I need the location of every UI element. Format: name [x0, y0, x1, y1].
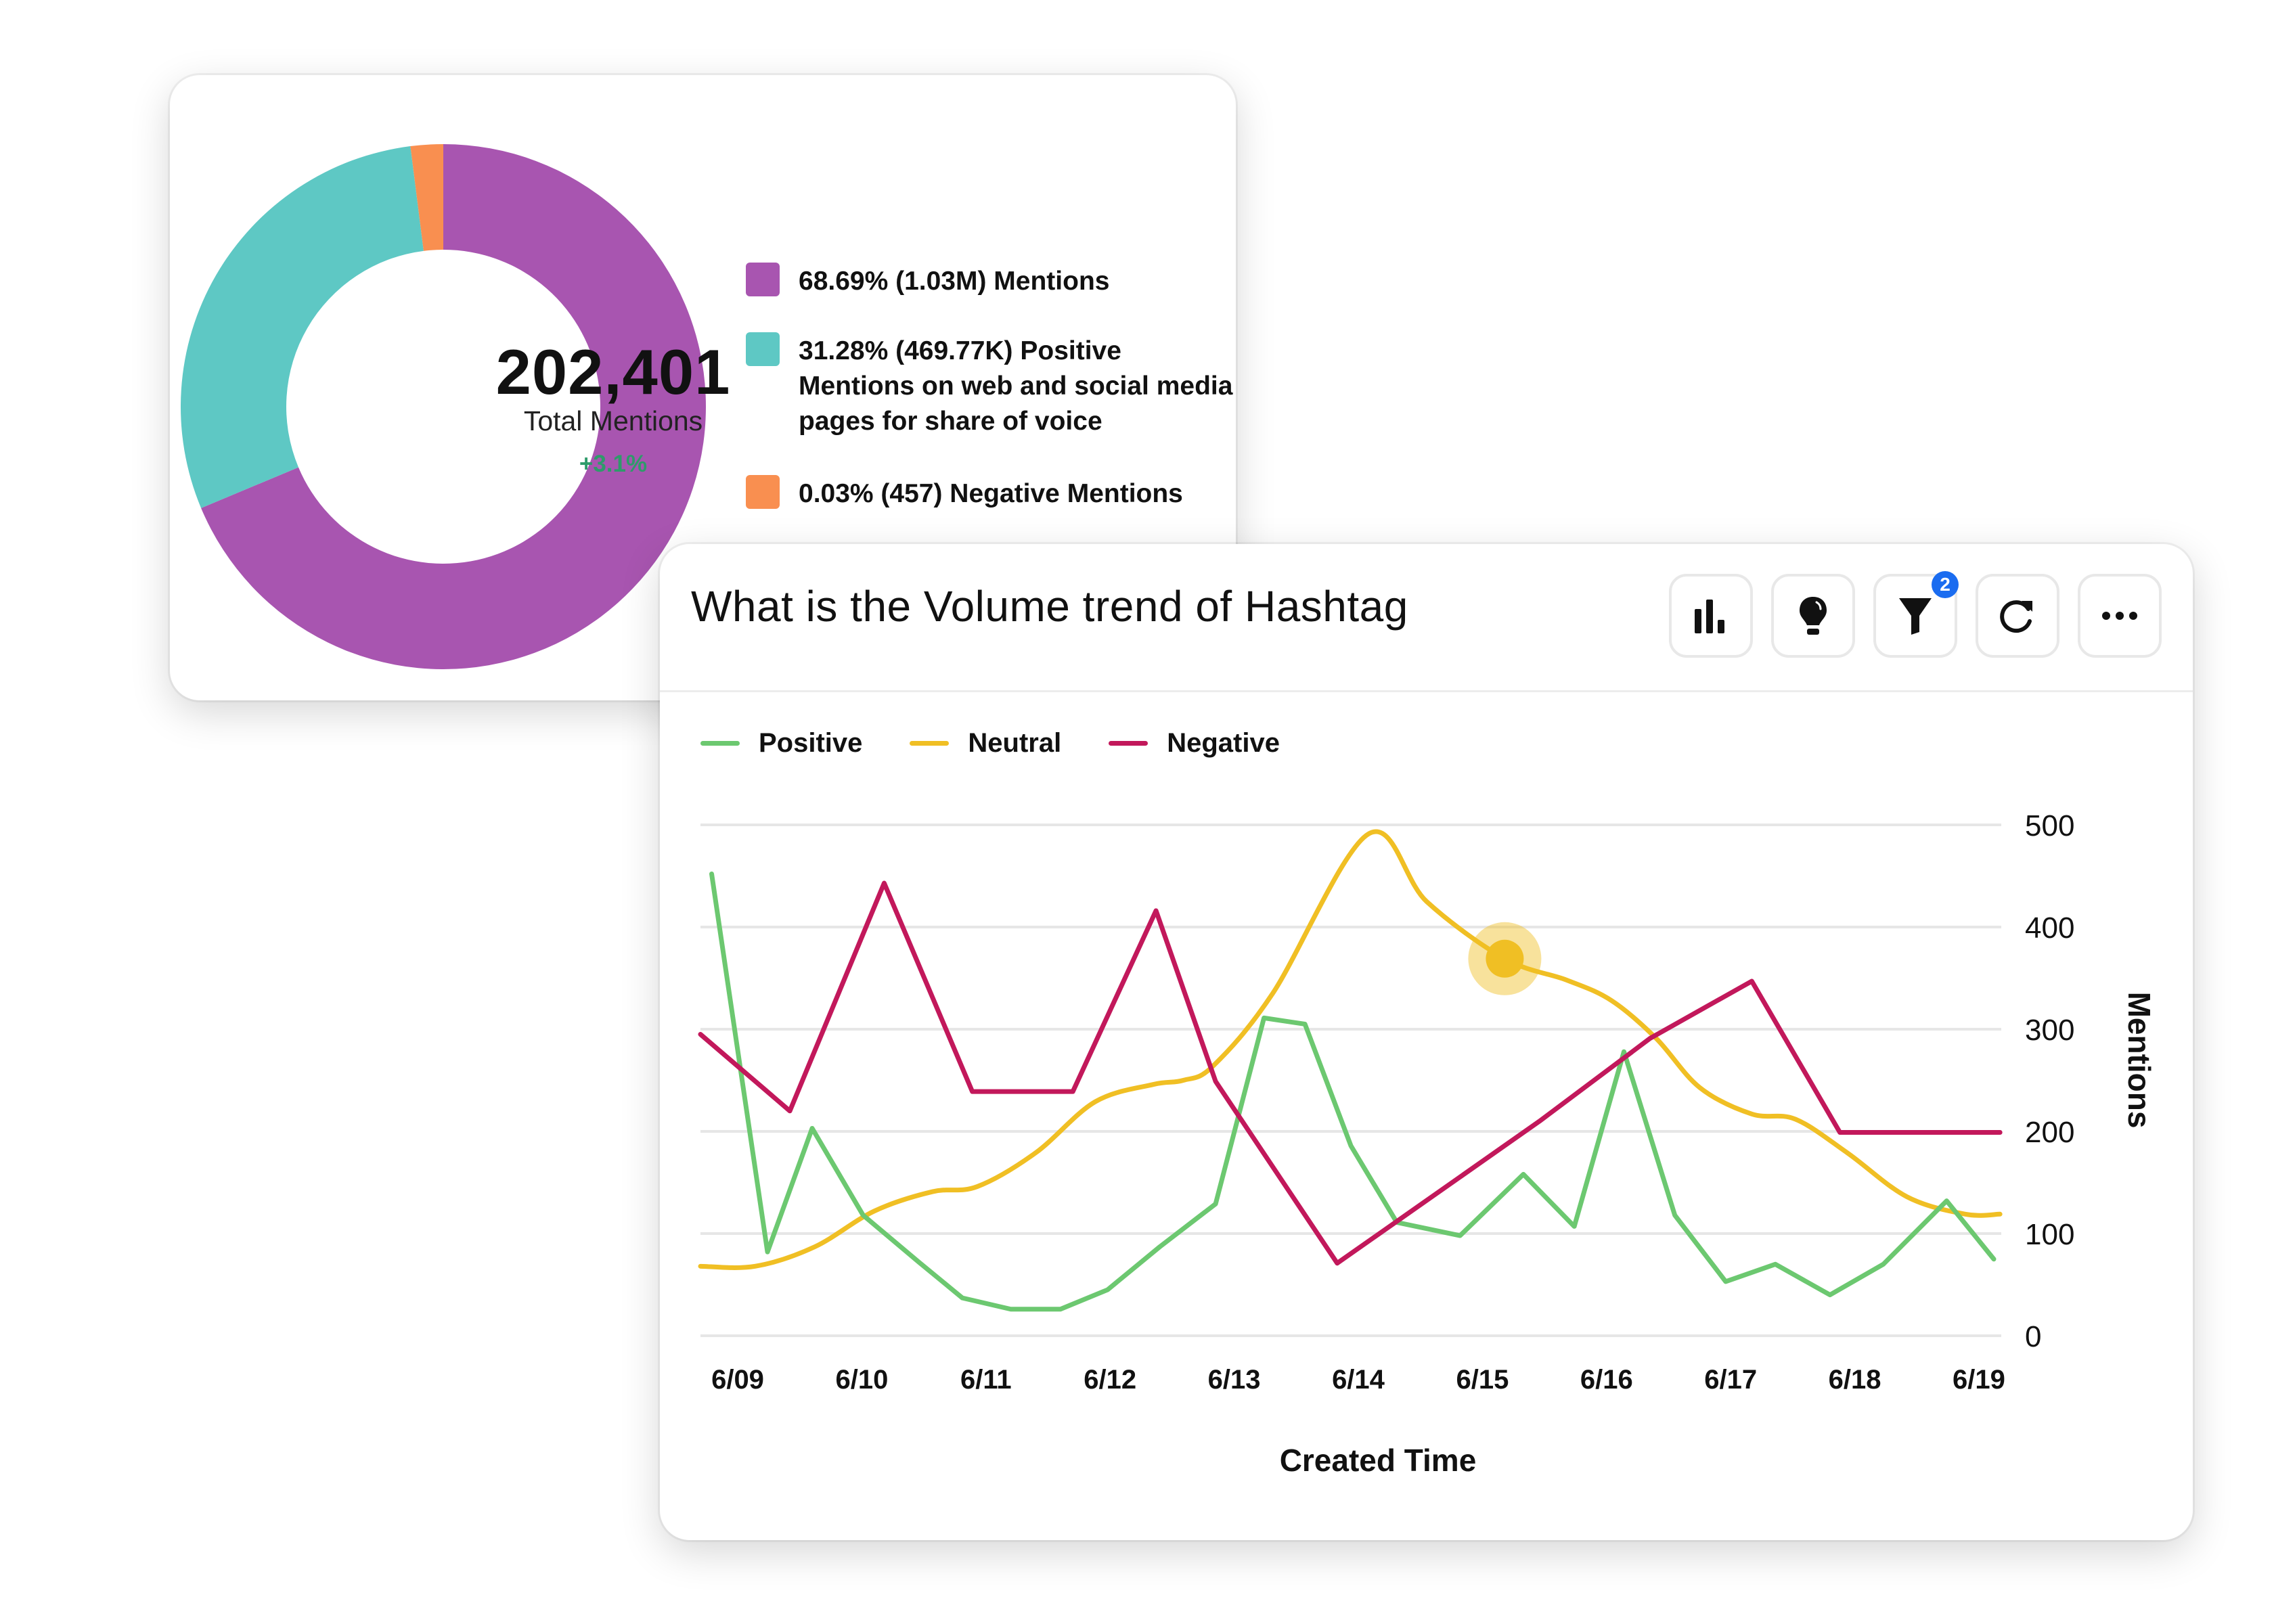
legend-swatch-purple: [746, 263, 780, 296]
more-icon: [2102, 612, 2137, 620]
line-chart: 0 100 200 300 400 500 6/09 6/10 6/11 6/12 6/13 6/14…: [698, 809, 2157, 1478]
more-options-button[interactable]: [2078, 574, 2162, 658]
legend-negative[interactable]: Negative: [1109, 728, 1280, 759]
widget-toolbar: 2: [1669, 571, 2162, 658]
legend-neutral[interactable]: Neutral: [910, 728, 1061, 759]
legend-item-mentions: 68.69% (1.03M) Mentions: [746, 263, 1233, 299]
legend-label-positive: Positive: [759, 728, 863, 758]
x-tick-label: 6/19: [1953, 1365, 2005, 1395]
highlighted-data-point[interactable]: [1486, 939, 1524, 978]
filter-button[interactable]: 2: [1873, 571, 1959, 658]
legend-label-negative: Negative: [1167, 728, 1280, 758]
x-tick-label: 6/15: [1456, 1365, 1509, 1395]
legend-label: 0.03% (457) Negative Mentions: [799, 479, 1183, 508]
chart-legend: Positive Neutral Negative: [700, 728, 1280, 759]
x-tick-label: 6/13: [1208, 1365, 1261, 1395]
legend-label-neutral: Neutral: [968, 728, 1062, 758]
total-mentions-value: 202,401: [495, 336, 731, 407]
y-tick-label: 0: [2025, 1320, 2041, 1353]
series-line-positive[interactable]: [709, 871, 1997, 1312]
legend-label: 31.28% (469.77K) Positive Mentions on we…: [799, 336, 1233, 436]
legend-line-positive: [700, 741, 740, 746]
widget-title: What is the Volume trend of Hashtag: [691, 582, 1408, 631]
x-tick-label: 6/18: [1829, 1365, 1881, 1395]
legend-positive[interactable]: Positive: [700, 728, 862, 759]
legend-label: 68.69% (1.03M) Mentions: [799, 267, 1110, 296]
bar-chart-icon: [1695, 600, 1724, 633]
y-tick-label: 400: [2025, 911, 2074, 945]
insights-button[interactable]: [1771, 574, 1855, 658]
series-line-neutral[interactable]: [698, 829, 2003, 1270]
legend-item-positive: 31.28% (469.77K) Positive Mentions on we…: [746, 332, 1233, 439]
x-tick-label: 6/09: [711, 1365, 764, 1395]
x-tick-label: 6/17: [1704, 1365, 1757, 1395]
legend-line-neutral: [910, 741, 950, 746]
chart-type-button[interactable]: [1669, 574, 1753, 658]
lightbulb-icon: [1800, 597, 1827, 635]
header-divider: [660, 690, 2193, 692]
y-tick-label: 500: [2025, 809, 2074, 842]
volume-trend-card: 0 100 200 300 400 500 6/09 6/10 6/11 6/12 6/13 6/14…: [660, 544, 2193, 1540]
series-line-negative[interactable]: [698, 880, 2003, 1266]
legend-line-negative: [1109, 741, 1149, 746]
y-tick-label: 200: [2025, 1116, 2074, 1149]
legend-swatch-teal: [746, 332, 780, 366]
x-tick-label: 6/12: [1084, 1365, 1136, 1395]
total-mentions-label: Total Mentions: [523, 405, 703, 436]
x-axis-title: Created Time: [1280, 1443, 1477, 1478]
y-axis-title: Mentions: [2122, 992, 2157, 1129]
legend-item-negative: 0.03% (457) Negative Mentions: [746, 475, 1233, 512]
y-tick-label: 300: [2025, 1014, 2074, 1047]
refresh-icon: [2000, 600, 2032, 633]
donut-slice-1[interactable]: [180, 146, 424, 508]
filter-count-badge: 2: [1932, 571, 1959, 598]
x-tick-label: 6/10: [835, 1365, 888, 1395]
change-percentage: +3.1%: [579, 451, 648, 477]
filter-icon: [1899, 598, 1932, 635]
y-tick-label: 100: [2025, 1218, 2074, 1251]
x-tick-label: 6/14: [1332, 1365, 1385, 1395]
x-tick-label: 6/16: [1580, 1365, 1633, 1395]
refresh-button[interactable]: [1976, 574, 2059, 658]
legend-swatch-orange: [746, 475, 780, 509]
x-tick-label: 6/11: [960, 1365, 1012, 1395]
